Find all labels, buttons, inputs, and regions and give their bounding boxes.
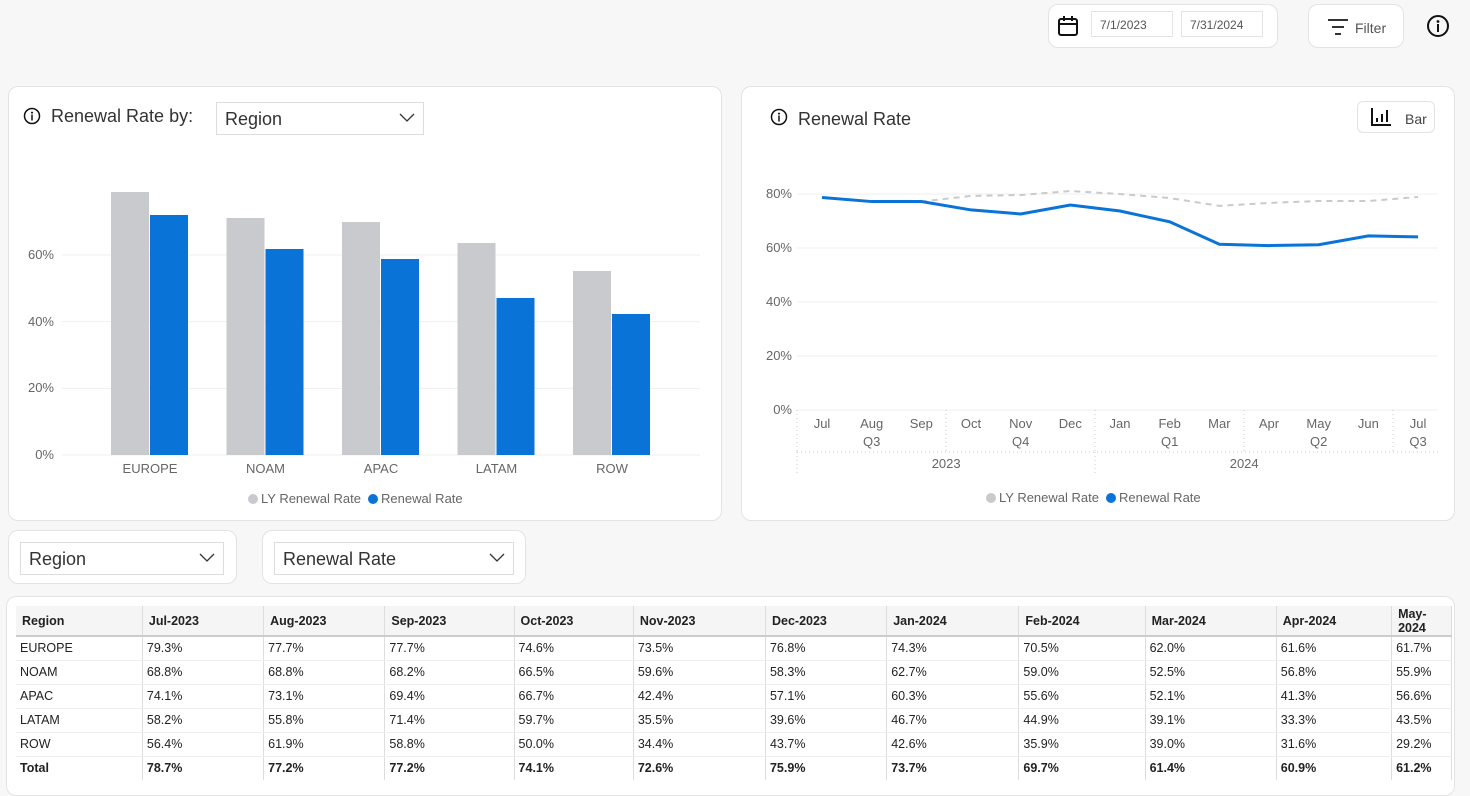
table-cell: 73.7%	[887, 756, 1019, 780]
table-cell: 60.3%	[887, 684, 1019, 708]
table-cell: 50.0%	[514, 732, 633, 756]
table-cell: 77.2%	[264, 756, 385, 780]
table-cell: 74.1%	[514, 756, 633, 780]
table-viewport: RegionJul-2023Aug-2023Sep-2023Oct-2023No…	[0, 0, 1452, 786]
table-cell: 39.0%	[1145, 732, 1276, 756]
table-cell: 58.3%	[765, 660, 886, 684]
table-cell: 35.9%	[1019, 732, 1145, 756]
table-cell: 74.3%	[887, 636, 1019, 660]
table-cell: 39.1%	[1145, 708, 1276, 732]
table-cell: 61.9%	[264, 732, 385, 756]
table-cell: 72.6%	[633, 756, 765, 780]
table-cell: 70.5%	[1019, 636, 1145, 660]
column-header[interactable]: Feb-2024	[1019, 606, 1145, 636]
column-header[interactable]: Oct-2023	[514, 606, 633, 636]
table-cell: 74.1%	[142, 684, 263, 708]
column-header[interactable]: Mar-2024	[1145, 606, 1276, 636]
table-cell: 59.7%	[514, 708, 633, 732]
table-cell: 76.8%	[765, 636, 886, 660]
table-cell: 43.5%	[1392, 708, 1452, 732]
table-cell: 77.7%	[264, 636, 385, 660]
table-cell: 61.4%	[1145, 756, 1276, 780]
table-cell: 75.9%	[765, 756, 886, 780]
table-cell: 68.8%	[264, 660, 385, 684]
table-cell: 73.5%	[633, 636, 765, 660]
column-header[interactable]: Jul-2023	[142, 606, 263, 636]
table-cell: 46.7%	[887, 708, 1019, 732]
table-cell: 68.2%	[385, 660, 514, 684]
table-cell: 31.6%	[1276, 732, 1391, 756]
table-cell: 68.8%	[142, 660, 263, 684]
table-cell: 62.7%	[887, 660, 1019, 684]
table-total-row: Total78.7%77.2%77.2%74.1%72.6%75.9%73.7%…	[16, 756, 1452, 780]
table-cell: 58.8%	[385, 732, 514, 756]
table-cell: 66.5%	[514, 660, 633, 684]
table-cell: 58.2%	[142, 708, 263, 732]
table-cell: 29.2%	[1392, 732, 1452, 756]
table-cell: 61.7%	[1392, 636, 1452, 660]
table-row: ROW56.4%61.9%58.8%50.0%34.4%43.7%42.6%35…	[16, 732, 1452, 756]
table-cell: 62.0%	[1145, 636, 1276, 660]
table-cell: 79.3%	[142, 636, 263, 660]
column-header[interactable]: May-2024	[1392, 606, 1452, 636]
table-cell: 60.9%	[1276, 756, 1391, 780]
column-header[interactable]: Nov-2023	[633, 606, 765, 636]
table-cell: 55.9%	[1392, 660, 1452, 684]
table-cell: LATAM	[16, 708, 142, 732]
table-cell: 59.6%	[633, 660, 765, 684]
table-cell: 59.0%	[1019, 660, 1145, 684]
table-cell: 66.7%	[514, 684, 633, 708]
table-row: APAC74.1%73.1%69.4%66.7%42.4%57.1%60.3%5…	[16, 684, 1452, 708]
table-cell: 41.3%	[1276, 684, 1391, 708]
table-cell: EUROPE	[16, 636, 142, 660]
table-cell: 69.7%	[1019, 756, 1145, 780]
table-cell: 55.6%	[1019, 684, 1145, 708]
table-row: LATAM58.2%55.8%71.4%59.7%35.5%39.6%46.7%…	[16, 708, 1452, 732]
table-cell: 39.6%	[765, 708, 886, 732]
table-cell: 42.4%	[633, 684, 765, 708]
table-cell: Total	[16, 756, 142, 780]
table-cell: 33.3%	[1276, 708, 1391, 732]
column-header[interactable]: Dec-2023	[765, 606, 886, 636]
table-cell: 52.5%	[1145, 660, 1276, 684]
table-cell: 42.6%	[887, 732, 1019, 756]
table-cell: 73.1%	[264, 684, 385, 708]
table-cell: 43.7%	[765, 732, 886, 756]
table-cell: APAC	[16, 684, 142, 708]
table-cell: 57.1%	[765, 684, 886, 708]
table-cell: 74.6%	[514, 636, 633, 660]
table-cell: 56.8%	[1276, 660, 1391, 684]
table-cell: ROW	[16, 732, 142, 756]
table-cell: 61.2%	[1392, 756, 1452, 780]
column-header[interactable]: Region	[16, 606, 142, 636]
table-row: NOAM68.8%68.8%68.2%66.5%59.6%58.3%62.7%5…	[16, 660, 1452, 684]
table-header-row: RegionJul-2023Aug-2023Sep-2023Oct-2023No…	[16, 606, 1452, 636]
column-header[interactable]: Apr-2024	[1276, 606, 1391, 636]
table-cell: 77.2%	[385, 756, 514, 780]
table-cell: 71.4%	[385, 708, 514, 732]
table-row: EUROPE79.3%77.7%77.7%74.6%73.5%76.8%74.3…	[16, 636, 1452, 660]
table-cell: 77.7%	[385, 636, 514, 660]
table-cell: 56.6%	[1392, 684, 1452, 708]
table-cell: 34.4%	[633, 732, 765, 756]
renewal-table: RegionJul-2023Aug-2023Sep-2023Oct-2023No…	[16, 606, 1452, 780]
table-cell: NOAM	[16, 660, 142, 684]
column-header[interactable]: Jan-2024	[887, 606, 1019, 636]
table-cell: 61.6%	[1276, 636, 1391, 660]
table-cell: 52.1%	[1145, 684, 1276, 708]
table-cell: 55.8%	[264, 708, 385, 732]
table-cell: 44.9%	[1019, 708, 1145, 732]
table-cell: 35.5%	[633, 708, 765, 732]
column-header[interactable]: Sep-2023	[385, 606, 514, 636]
table-cell: 56.4%	[142, 732, 263, 756]
table-cell: 78.7%	[142, 756, 263, 780]
column-header[interactable]: Aug-2023	[264, 606, 385, 636]
table-cell: 69.4%	[385, 684, 514, 708]
